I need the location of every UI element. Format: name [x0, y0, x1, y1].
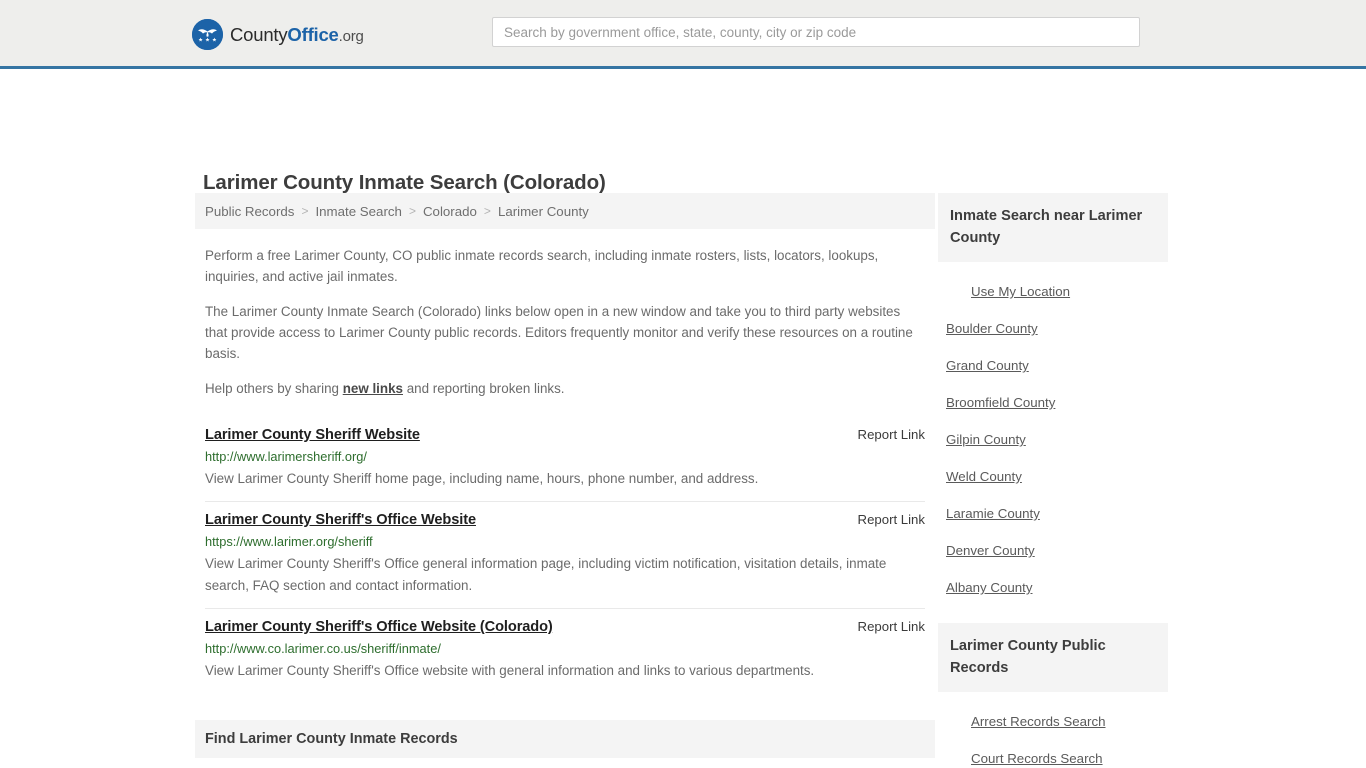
sidebar-nearby-links: Use My Location Boulder County Grand Cou…: [938, 284, 1168, 595]
sidebar-item-broomfield-county[interactable]: Broomfield County: [946, 395, 1168, 410]
result-item: Larimer County Sheriff's Office Website …: [205, 502, 925, 609]
sidebar-item-albany-county[interactable]: Albany County: [946, 580, 1168, 595]
find-records-box: Find Larimer County Inmate Records A Lar…: [195, 720, 935, 768]
result-title-link[interactable]: Larimer County Sheriff's Office Website …: [205, 619, 553, 635]
sidebar-item-gilpin-county[interactable]: Gilpin County: [946, 432, 1168, 447]
sidebar-public-records-links: Arrest Records Search Court Records Sear…: [938, 714, 1168, 768]
new-links-link[interactable]: new links: [343, 381, 403, 396]
eagle-shield-logo-icon: [192, 19, 223, 50]
result-header: Larimer County Sheriff Website Report Li…: [205, 427, 925, 443]
logo-text-county: County: [230, 23, 288, 45]
sidebar-item-court-records-search[interactable]: Court Records Search: [971, 751, 1168, 766]
sidebar-item-boulder-county[interactable]: Boulder County: [946, 321, 1168, 336]
site-logo[interactable]: CountyOffice.org: [192, 19, 364, 50]
sidebar-public-records-card: Larimer County Public Records Arrest Rec…: [938, 623, 1168, 768]
sidebar-item-use-my-location[interactable]: Use My Location: [971, 284, 1168, 299]
intro-p3-after: and reporting broken links.: [402, 381, 565, 396]
intro-paragraph-1: Perform a free Larimer County, CO public…: [205, 248, 879, 284]
logo-text-office: Office: [287, 23, 339, 45]
sidebar-item-denver-county[interactable]: Denver County: [946, 543, 1168, 558]
intro-paragraph-2: The Larimer County Inmate Search (Colora…: [205, 304, 913, 361]
search-bar[interactable]: [492, 17, 1140, 47]
result-item: Larimer County Sheriff's Office Website …: [205, 609, 925, 693]
sidebar-item-arrest-records-search[interactable]: Arrest Records Search: [971, 714, 1168, 729]
result-url-link[interactable]: http://www.co.larimer.co.us/sheriff/inma…: [205, 641, 925, 656]
result-url-link[interactable]: https://www.larimer.org/sheriff: [205, 534, 925, 549]
main-content: Public Records > Inmate Search > Colorad…: [195, 193, 935, 768]
report-link-button[interactable]: Report Link: [858, 512, 925, 527]
breadcrumb: Public Records > Inmate Search > Colorad…: [195, 193, 935, 229]
intro-paragraph-3: Help others by sharing new links and rep…: [205, 378, 925, 399]
result-url-link[interactable]: http://www.larimersheriff.org/: [205, 449, 925, 464]
logo-text-org: .org: [338, 27, 364, 45]
intro-p3-before: Help others by sharing: [205, 381, 343, 396]
page-title: Larimer County Inmate Search (Colorado): [203, 170, 606, 194]
sidebar-item-grand-county[interactable]: Grand County: [946, 358, 1168, 373]
result-title-link[interactable]: Larimer County Sheriff Website: [205, 427, 420, 443]
breadcrumb-separator-icon: >: [301, 204, 309, 218]
result-header: Larimer County Sheriff's Office Website …: [205, 512, 925, 528]
result-title-link[interactable]: Larimer County Sheriff's Office Website: [205, 512, 476, 528]
intro-text: Perform a free Larimer County, CO public…: [195, 245, 935, 399]
report-link-button[interactable]: Report Link: [858, 427, 925, 442]
site-header: CountyOffice.org: [0, 0, 1366, 69]
search-input[interactable]: [492, 17, 1140, 47]
breadcrumb-item-inmate-search[interactable]: Inmate Search: [315, 204, 401, 219]
breadcrumb-item-larimer-county[interactable]: Larimer County: [498, 204, 589, 219]
sidebar-item-weld-county[interactable]: Weld County: [946, 469, 1168, 484]
result-header: Larimer County Sheriff's Office Website …: [205, 619, 925, 635]
sidebar-nearby-heading: Inmate Search near Larimer County: [938, 193, 1168, 262]
sidebar-nearby-card: Inmate Search near Larimer County Use My…: [938, 193, 1168, 595]
breadcrumb-separator-icon: >: [483, 204, 491, 218]
result-item: Larimer County Sheriff Website Report Li…: [205, 417, 925, 502]
report-link-button[interactable]: Report Link: [858, 619, 925, 634]
sidebar-item-laramie-county[interactable]: Laramie County: [946, 506, 1168, 521]
results-list: Larimer County Sheriff Website Report Li…: [195, 417, 935, 693]
result-description: View Larimer County Sheriff's Office web…: [205, 663, 815, 678]
sidebar-public-records-heading: Larimer County Public Records: [938, 623, 1168, 692]
logo-wordmark: CountyOffice.org: [230, 24, 364, 46]
sidebar: Inmate Search near Larimer County Use My…: [938, 193, 1168, 768]
find-records-heading: Find Larimer County Inmate Records: [195, 720, 935, 758]
breadcrumb-item-colorado[interactable]: Colorado: [423, 204, 477, 219]
result-description: View Larimer County Sheriff home page, i…: [205, 471, 759, 486]
breadcrumb-item-public-records[interactable]: Public Records: [205, 204, 294, 219]
result-description: View Larimer County Sheriff's Office gen…: [205, 556, 887, 593]
breadcrumb-separator-icon: >: [408, 204, 416, 218]
